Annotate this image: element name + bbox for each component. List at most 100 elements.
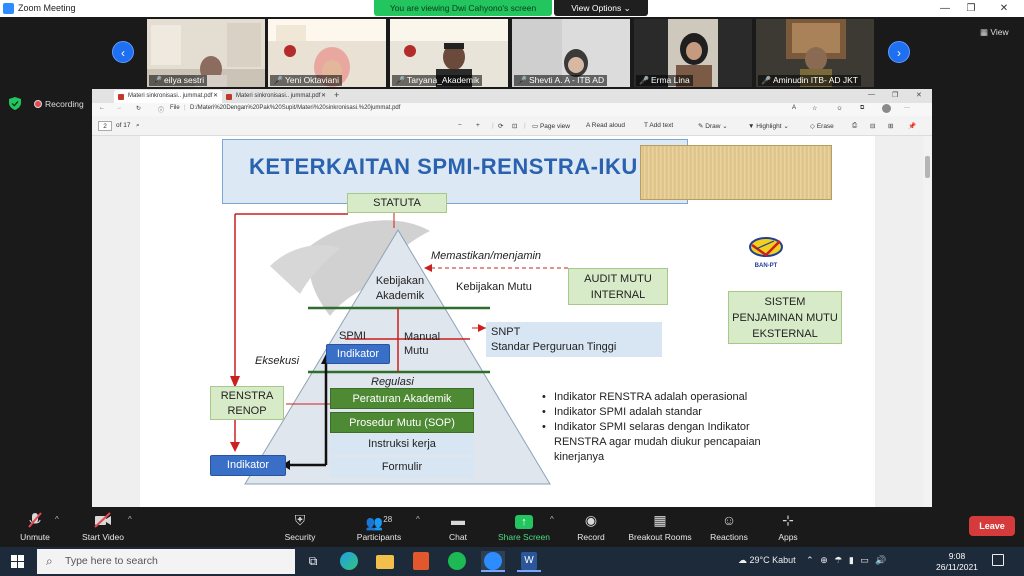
zoom-taskbar-icon[interactable] [481, 551, 505, 572]
mic-off-icon [0, 511, 70, 529]
minimize-icon[interactable]: — [934, 1, 956, 16]
breakout-rooms-button[interactable]: ▦ Breakout Rooms [622, 511, 698, 542]
read-mode-icon[interactable]: A [792, 105, 796, 111]
close-icon[interactable]: ✕ [993, 1, 1015, 16]
window-minimize-icon[interactable]: — [868, 91, 875, 98]
edge-browser-icon[interactable] [337, 551, 361, 572]
leave-button[interactable]: Leave [969, 516, 1015, 536]
refresh-icon[interactable]: ↻ [136, 105, 141, 112]
view-options-button[interactable]: View Options ⌄ [554, 0, 648, 16]
chat-button[interactable]: ▬ Chat [423, 511, 493, 542]
apps-button[interactable]: ⊹ Apps [753, 511, 823, 542]
video-gallery: ‹ › 🎤 eilya sestri 🎤 Yeni Oktaviani 🎤 Tarya… [0, 17, 1024, 89]
back-icon[interactable]: ← [99, 105, 105, 111]
participants-options-caret[interactable]: ^ [416, 515, 420, 524]
manual-mutu-label: Manual Mutu [404, 331, 441, 357]
pdf-page: KETERKAITAN SPMI-RENSTRA-IKU STATUTA Mem… [140, 136, 875, 507]
sistem-penjaminan-mutu-eksternal-box: SISTEM PENJAMINAN MUTU EKSTERNAL [728, 291, 842, 344]
participant-tile[interactable]: 🎤 Erma Lina [634, 19, 752, 87]
save-icon[interactable]: ⊟ [870, 122, 875, 130]
draw-button[interactable]: ✎ Draw ⌄ [698, 122, 728, 130]
page-view-button[interactable]: ▭ Page view [532, 122, 570, 130]
tray-chevron-icon[interactable]: ⌃ [806, 555, 814, 565]
participant-tile[interactable]: 🎤 Aminudin ITB- AD JKT [756, 19, 874, 87]
favorites-icon[interactable]: ✩ [837, 105, 842, 112]
word-icon[interactable]: W [517, 551, 541, 572]
search-icon: ⌕ [46, 554, 53, 568]
browser-tab[interactable]: Materi sinkronisasi.. jummat.pdf ✕ [222, 90, 330, 103]
taskbar-clock[interactable]: 9:08 26/11/2021 [936, 551, 978, 573]
close-tab-icon[interactable]: ✕ [321, 90, 326, 103]
add-text-button[interactable]: T Add text [644, 122, 673, 129]
tray-app-icon[interactable]: ☂ [834, 555, 842, 565]
unmute-button[interactable]: Unmute [0, 511, 70, 542]
network-icon[interactable]: ▭ [860, 555, 869, 565]
collections-icon[interactable]: ⧉ [860, 105, 864, 112]
video-options-caret[interactable]: ^ [128, 515, 132, 524]
pdf-scrollbar[interactable] [923, 136, 932, 507]
page-number-input[interactable]: 2 [98, 121, 112, 131]
share-screen-button[interactable]: ↑ Share Screen [489, 511, 559, 542]
weather-text[interactable]: 29°C Kabut [750, 555, 796, 565]
favorite-star-icon[interactable]: ☆ [812, 105, 817, 112]
view-button[interactable]: ▦ View [980, 27, 1009, 38]
participants-button[interactable]: 👥28 Participants [344, 511, 414, 542]
formulir-box: Formulir [330, 457, 474, 478]
read-aloud-button[interactable]: A Read aloud [586, 122, 625, 129]
audio-options-caret[interactable]: ^ [55, 515, 59, 524]
taskbar-search-box[interactable]: ⌕ Type here to search [37, 549, 295, 574]
notifications-icon[interactable] [992, 554, 1004, 566]
security-button[interactable]: ⛨ Security [265, 511, 335, 542]
print-icon[interactable]: ⎙ [852, 122, 857, 130]
highlight-button[interactable]: ▼ Highlight ⌄ [748, 122, 789, 130]
tray-app-icon[interactable]: ▮ [849, 555, 854, 565]
new-tab-button[interactable]: + [334, 90, 339, 100]
search-icon[interactable]: ⌕ [136, 122, 140, 130]
url-text[interactable]: D:/Materi%20Dengan%20Pak%20Supit/Materi%… [190, 105, 400, 111]
weather-icon[interactable]: ☁ [738, 555, 747, 565]
encryption-shield-icon[interactable] [9, 97, 21, 110]
file-explorer-icon[interactable] [373, 551, 397, 572]
task-view-icon[interactable]: ⧉ [301, 551, 325, 572]
breakout-rooms-icon: ▦ [653, 512, 667, 528]
share-options-caret[interactable]: ^ [550, 515, 554, 524]
highlight-icon: ▼ [748, 123, 755, 130]
rotate-icon[interactable]: ⟳ [498, 122, 503, 130]
more-menu-icon[interactable]: ··· [904, 105, 910, 111]
zoom-in-icon[interactable]: + [476, 122, 480, 129]
windows-start-icon[interactable] [11, 555, 24, 568]
save-as-icon[interactable]: ⊞ [888, 122, 893, 130]
bullet-item: Indikator RENSTRA adalah operasional [540, 390, 800, 405]
bullet-item: Indikator SPMI selaras dengan Indikator … [540, 420, 800, 465]
participant-name: 🎤 Aminudin ITB- AD JKT [758, 75, 861, 86]
participant-tile[interactable]: 🎤 eilya sestri [147, 19, 265, 87]
window-close-icon[interactable]: ✕ [916, 91, 922, 99]
participant-tile[interactable]: 🎤 Taryana_Akademik [390, 19, 508, 87]
pin-icon[interactable]: 📌 [908, 122, 916, 130]
clock-date: 26/11/2021 [936, 562, 978, 572]
close-tab-icon[interactable]: ✕ [213, 90, 218, 103]
profile-avatar[interactable] [882, 104, 891, 113]
volume-icon[interactable]: 🔊 [875, 555, 886, 565]
read-aloud-icon: A [586, 122, 590, 129]
spotify-icon[interactable] [445, 551, 469, 572]
gallery-next-button[interactable]: › [888, 41, 910, 63]
windows-taskbar: ⌕ Type here to search ⧉ W ☁ 29°C Kabut ⌃… [0, 547, 1024, 576]
participant-tile[interactable]: 🎤 Yeni Oktaviani [268, 19, 386, 87]
record-button[interactable]: ◉ Record [556, 511, 626, 542]
window-restore-icon[interactable]: ❐ [892, 91, 898, 99]
maximize-icon[interactable]: ❐ [960, 1, 982, 16]
gallery-prev-button[interactable]: ‹ [112, 41, 134, 63]
pdf-scrollbar-thumb[interactable] [925, 156, 930, 178]
browser-tab-active[interactable]: Materi sinkronisasi.. jummat.pdf ✕ [114, 90, 222, 103]
forward-icon[interactable]: → [116, 105, 122, 111]
chevron-down-icon: ⌄ [623, 3, 631, 13]
tray-app-icon[interactable]: ⊕ [820, 555, 828, 565]
participant-tile[interactable]: 🎤 Shevti A. A - ITB AD [512, 19, 630, 87]
erase-button[interactable]: ◇ Erase [810, 122, 834, 130]
fit-page-icon[interactable]: ⊡ [512, 122, 517, 130]
office-icon[interactable] [409, 551, 433, 572]
zoom-out-icon[interactable]: − [458, 122, 462, 129]
recording-indicator[interactable]: Recording [34, 99, 84, 109]
record-icon: ◉ [584, 512, 598, 528]
